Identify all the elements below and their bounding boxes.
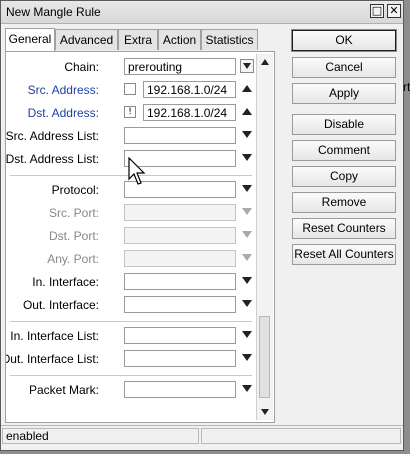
src-address-list-dropdown-icon[interactable] [242, 131, 252, 138]
chain-label: Chain: [64, 60, 99, 74]
src-port-input [124, 204, 236, 221]
dst-address-input[interactable]: 192.168.1.0/24 [143, 104, 236, 121]
background-window-text: rt [403, 80, 410, 94]
src-address-negate-checkbox[interactable] [124, 83, 136, 95]
src-address-row: Src. Address: 192.168.1.0/24 [6, 81, 254, 99]
comment-button[interactable]: Comment [292, 140, 396, 161]
chain-dropdown-button[interactable] [240, 59, 254, 73]
in-interface-label: In. Interface: [32, 275, 99, 289]
in-interface-list-select[interactable] [124, 327, 236, 344]
disable-button[interactable]: Disable [292, 114, 396, 135]
dst-address-collapse-icon[interactable] [242, 108, 252, 115]
apply-button[interactable]: Apply [292, 83, 396, 104]
src-address-collapse-icon[interactable] [242, 85, 252, 92]
packet-mark-label: Packet Mark: [28, 383, 99, 397]
dst-address-row: Dst. Address: ! 192.168.1.0/24 [6, 104, 254, 122]
in-interface-row: In. Interface: [6, 273, 254, 291]
status-bar: enabled [1, 425, 403, 446]
tab-general[interactable]: General [5, 28, 55, 51]
protocol-dropdown-icon[interactable] [242, 185, 252, 192]
chain-row: Chain: prerouting [6, 58, 254, 76]
out-interface-select[interactable] [124, 296, 236, 313]
close-icon[interactable]: ✕ [387, 4, 401, 18]
tab-statistics[interactable]: Statistics [201, 29, 258, 50]
copy-button[interactable]: Copy [292, 166, 396, 187]
any-port-input [124, 250, 236, 267]
ok-button[interactable]: OK [291, 29, 397, 52]
in-interface-select[interactable] [124, 273, 236, 290]
src-address-list-label: Src. Address List: [5, 129, 99, 143]
in-interface-list-dropdown-icon[interactable] [242, 331, 252, 338]
scroll-up-icon[interactable] [261, 59, 269, 65]
out-interface-list-dropdown-icon[interactable] [242, 354, 252, 361]
status-text: enabled [2, 428, 199, 444]
in-interface-dropdown-icon[interactable] [242, 277, 252, 284]
window-title: New Mangle Rule [6, 5, 101, 19]
mouse-cursor-icon [128, 157, 146, 185]
out-interface-label: Out. Interface: [22, 298, 99, 312]
out-interface-row: Out. Interface: [6, 296, 254, 314]
dst-port-input [124, 227, 236, 244]
src-address-list-row: Src. Address List: [6, 127, 254, 145]
new-mangle-rule-window: New Mangle Rule □ ✕ General Advanced Ext… [0, 0, 404, 451]
src-port-row: Src. Port: [6, 204, 254, 222]
packet-mark-dropdown-icon[interactable] [242, 385, 252, 392]
src-port-dropdown-icon [242, 208, 252, 215]
dst-port-label: Dst. Port: [48, 229, 99, 243]
chain-select[interactable]: prerouting [124, 58, 236, 75]
out-interface-list-label: Out. Interface List: [5, 352, 99, 366]
src-address-list-select[interactable] [124, 127, 236, 144]
out-interface-dropdown-icon[interactable] [242, 300, 252, 307]
packet-mark-select[interactable] [124, 381, 236, 398]
in-interface-list-label: In. Interface List: [10, 329, 99, 343]
dst-address-negate-checkbox[interactable]: ! [124, 106, 136, 118]
scroll-thumb[interactable] [259, 316, 270, 398]
src-port-label: Src. Port: [48, 206, 99, 220]
any-port-label: Any. Port: [47, 252, 99, 266]
dst-port-dropdown-icon [242, 231, 252, 238]
tab-advanced[interactable]: Advanced [55, 29, 118, 50]
src-address-input[interactable]: 192.168.1.0/24 [143, 81, 236, 98]
scroll-down-icon[interactable] [261, 409, 269, 415]
protocol-label: Protocol: [51, 183, 99, 197]
dst-address-list-label: Dst. Address List: [5, 152, 99, 166]
vertical-scrollbar[interactable] [256, 54, 273, 420]
section-divider [10, 375, 252, 376]
status-cell-empty [201, 428, 401, 444]
dst-port-row: Dst. Port: [6, 227, 254, 245]
general-tab-panel: Chain: prerouting Src. Address: 192.168.… [5, 51, 275, 423]
any-port-dropdown-icon [242, 254, 252, 261]
in-interface-list-row: In. Interface List: [6, 327, 254, 345]
any-port-row: Any. Port: [6, 250, 254, 268]
packet-mark-row: Packet Mark: [6, 381, 254, 399]
reset-all-counters-button[interactable]: Reset All Counters [292, 244, 396, 265]
dst-address-label: Dst. Address: [27, 106, 99, 120]
tab-extra[interactable]: Extra [118, 29, 158, 50]
section-divider [10, 321, 252, 322]
tab-action[interactable]: Action [158, 29, 201, 50]
cancel-button[interactable]: Cancel [292, 57, 396, 78]
background-window-edge [404, 0, 410, 454]
maximize-icon[interactable]: □ [370, 4, 384, 18]
out-interface-list-select[interactable] [124, 350, 236, 367]
reset-counters-button[interactable]: Reset Counters [292, 218, 396, 239]
dst-address-list-dropdown-icon[interactable] [242, 154, 252, 161]
remove-button[interactable]: Remove [292, 192, 396, 213]
src-address-label: Src. Address: [27, 83, 99, 97]
out-interface-list-row: Out. Interface List: [6, 350, 254, 368]
chevron-down-icon [243, 63, 251, 69]
title-bar[interactable]: New Mangle Rule □ ✕ [1, 1, 403, 24]
